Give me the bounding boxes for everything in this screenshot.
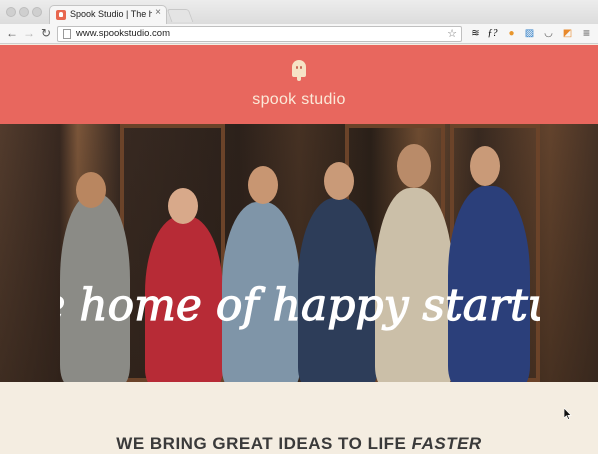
browser-tab[interactable]: Spook Studio | The home o × bbox=[49, 5, 167, 24]
content-section: WE BRING GREAT IDEAS TO LIFE FASTER bbox=[0, 382, 598, 453]
pocket-icon[interactable]: ◡ bbox=[542, 27, 555, 40]
close-window-button[interactable] bbox=[6, 7, 16, 17]
section-heading: WE BRING GREAT IDEAS TO LIFE FASTER bbox=[0, 434, 598, 454]
person-1-head bbox=[76, 172, 106, 208]
tagline-text: the home of happy startups bbox=[60, 280, 540, 331]
hero-photo: the home of happy startups bbox=[0, 124, 598, 382]
ghost-logo-base bbox=[297, 77, 301, 81]
cookie-icon[interactable]: ● bbox=[505, 27, 518, 40]
person-2-head bbox=[168, 188, 198, 224]
bookmark-star-icon[interactable]: ☆ bbox=[447, 27, 457, 40]
minimize-window-button[interactable] bbox=[19, 7, 29, 17]
zoom-window-button[interactable] bbox=[32, 7, 42, 17]
back-arrow-icon[interactable]: ← bbox=[5, 26, 19, 40]
tab-bar: Spook Studio | The home o × bbox=[0, 0, 598, 24]
mouse-cursor-icon bbox=[564, 408, 572, 420]
person-5-head bbox=[397, 144, 431, 188]
heading-emphasis: FASTER bbox=[411, 434, 482, 453]
person-3-head bbox=[248, 166, 278, 204]
forward-arrow-icon[interactable]: → bbox=[22, 26, 36, 40]
url-text[interactable]: www.spookstudio.com bbox=[76, 28, 170, 39]
browser-toolbar: ← → ↻ www.spookstudio.com ☆ ≋ ƒ? ● ▨ ◡ ◩… bbox=[0, 24, 598, 44]
feed-icon[interactable]: ◩ bbox=[561, 27, 574, 40]
new-tab-button[interactable] bbox=[166, 9, 194, 22]
page-icon bbox=[63, 29, 71, 39]
close-tab-icon[interactable]: × bbox=[155, 7, 161, 18]
menu-icon[interactable]: ≡ bbox=[580, 27, 593, 40]
site-header: spook studio bbox=[0, 45, 598, 124]
hero-tagline: the home of happy startups bbox=[60, 279, 540, 331]
brand-name[interactable]: spook studio bbox=[0, 91, 598, 109]
person-6-head bbox=[470, 146, 500, 186]
font-icon[interactable]: ƒ? bbox=[486, 27, 499, 40]
person-4-head bbox=[324, 162, 354, 200]
ghost-favicon-icon bbox=[56, 10, 66, 20]
layers-icon[interactable]: ≋ bbox=[469, 27, 482, 40]
reload-icon[interactable]: ↻ bbox=[39, 26, 53, 40]
ghost-logo-icon[interactable] bbox=[292, 60, 306, 77]
stripes-icon[interactable]: ▨ bbox=[523, 27, 536, 40]
address-bar[interactable]: www.spookstudio.com ☆ bbox=[57, 26, 462, 42]
heading-text: WE BRING GREAT IDEAS TO LIFE bbox=[116, 434, 412, 453]
tab-title: Spook Studio | The home o bbox=[70, 9, 152, 19]
